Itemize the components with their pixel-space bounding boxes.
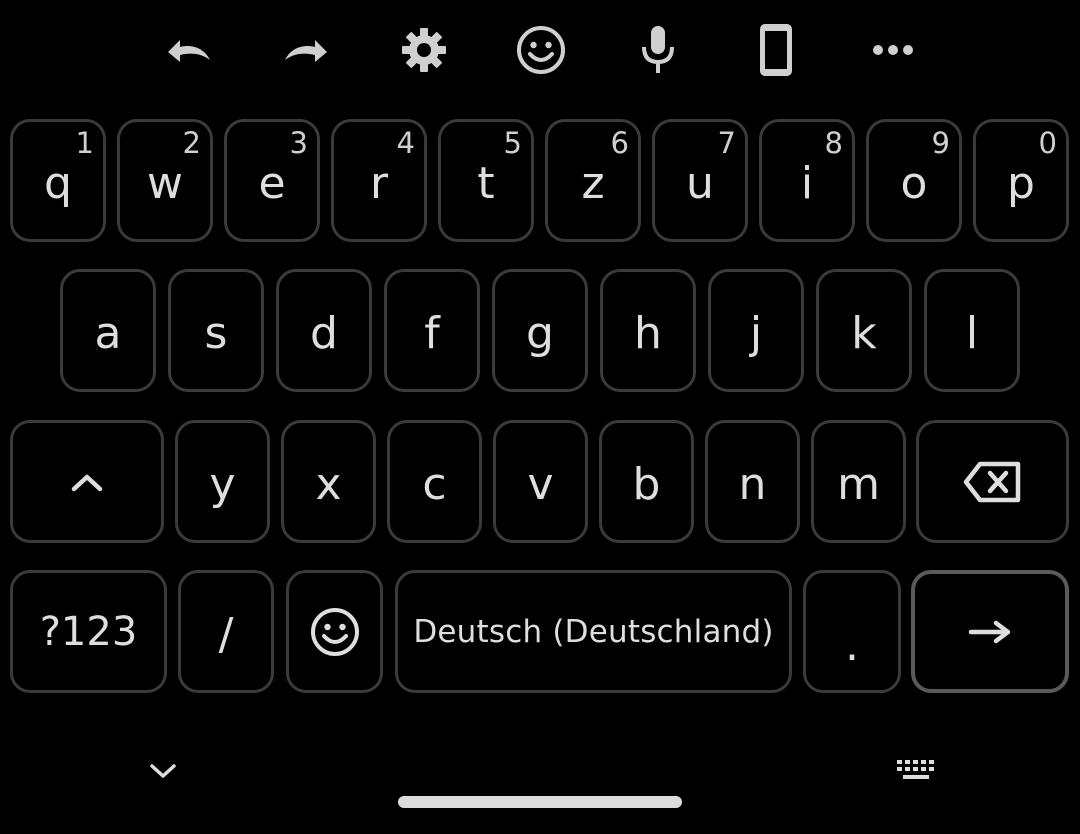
key-label: e bbox=[258, 157, 286, 209]
chevron-down-icon[interactable] bbox=[145, 755, 181, 787]
key-label: y bbox=[209, 458, 236, 510]
key-hint: 6 bbox=[610, 126, 629, 160]
key-label: f bbox=[424, 307, 440, 359]
space-label: Deutsch (Deutschland) bbox=[413, 613, 774, 650]
key-e[interactable]: 3 e bbox=[224, 119, 320, 242]
key-i[interactable]: 8 i bbox=[759, 119, 855, 242]
key-label: x bbox=[315, 458, 342, 510]
symbols-label: ?123 bbox=[39, 608, 138, 655]
key-w[interactable]: 2 w bbox=[117, 119, 213, 242]
key-d[interactable]: d bbox=[276, 269, 372, 392]
key-c[interactable]: c bbox=[387, 420, 482, 543]
key-b[interactable]: b bbox=[599, 420, 694, 543]
key-label: g bbox=[526, 307, 554, 359]
phone-icon[interactable] bbox=[748, 22, 804, 78]
key-hint: 3 bbox=[289, 126, 308, 160]
key-label: m bbox=[837, 458, 880, 510]
key-label: d bbox=[310, 307, 338, 359]
redo-icon[interactable] bbox=[278, 22, 334, 78]
key-o[interactable]: 9 o bbox=[866, 119, 962, 242]
smiley-icon bbox=[310, 607, 359, 656]
key-s[interactable]: s bbox=[168, 269, 264, 392]
key-hint: 7 bbox=[717, 126, 736, 160]
key-label: k bbox=[851, 307, 877, 359]
key-r[interactable]: 4 r bbox=[331, 119, 427, 242]
key-v[interactable]: v bbox=[493, 420, 588, 543]
key-x[interactable]: x bbox=[281, 420, 376, 543]
key-label: i bbox=[800, 157, 814, 209]
key-label: v bbox=[527, 458, 554, 510]
key-h[interactable]: h bbox=[600, 269, 696, 392]
backspace-key[interactable] bbox=[916, 420, 1069, 543]
key-a[interactable]: a bbox=[60, 269, 156, 392]
key-hint: 4 bbox=[396, 126, 415, 160]
chevron-up-icon bbox=[71, 474, 103, 491]
key-label: n bbox=[738, 458, 767, 510]
microphone-icon[interactable] bbox=[630, 22, 686, 78]
key-f[interactable]: f bbox=[384, 269, 480, 392]
enter-key[interactable] bbox=[911, 570, 1069, 693]
key-t[interactable]: 5 t bbox=[438, 119, 534, 242]
slash-label: / bbox=[218, 608, 234, 660]
key-label: a bbox=[94, 307, 122, 359]
period-key[interactable]: . bbox=[803, 570, 901, 693]
key-label: p bbox=[1007, 157, 1035, 209]
gear-icon[interactable] bbox=[396, 22, 452, 78]
key-m[interactable]: m bbox=[811, 420, 906, 543]
home-indicator[interactable] bbox=[398, 796, 682, 808]
key-y[interactable]: y bbox=[175, 420, 270, 543]
key-hint: 2 bbox=[182, 126, 201, 160]
keyboard-icon[interactable] bbox=[894, 756, 940, 786]
undo-icon[interactable] bbox=[161, 22, 217, 78]
space-key[interactable]: Deutsch (Deutschland) bbox=[395, 570, 792, 693]
key-hint: 9 bbox=[931, 126, 950, 160]
key-label: h bbox=[634, 307, 662, 359]
key-g[interactable]: g bbox=[492, 269, 588, 392]
key-label: w bbox=[147, 157, 183, 209]
key-hint: 0 bbox=[1038, 126, 1057, 160]
key-hint: 1 bbox=[75, 126, 94, 160]
key-label: l bbox=[965, 307, 979, 359]
keyboard: 1 q 2 w 3 e 4 r 5 t 6 z 7 u 8 i 9 o 0 p … bbox=[0, 0, 1080, 834]
key-p[interactable]: 0 p bbox=[973, 119, 1069, 242]
slash-key[interactable]: / bbox=[178, 570, 274, 693]
key-u[interactable]: 7 u bbox=[652, 119, 748, 242]
key-label: j bbox=[749, 307, 763, 359]
key-label: q bbox=[44, 157, 72, 209]
period-label: . bbox=[845, 619, 859, 671]
key-label: u bbox=[686, 157, 714, 209]
key-label: s bbox=[204, 307, 228, 359]
key-label: t bbox=[477, 157, 495, 209]
key-z[interactable]: 6 z bbox=[545, 119, 641, 242]
key-label: b bbox=[632, 458, 661, 510]
key-label: c bbox=[422, 458, 447, 510]
symbols-key[interactable]: ?123 bbox=[10, 570, 167, 693]
emoji-key[interactable] bbox=[286, 570, 383, 693]
key-label: r bbox=[369, 157, 389, 209]
key-hint: 5 bbox=[503, 126, 522, 160]
key-label: z bbox=[581, 157, 605, 209]
key-q[interactable]: 1 q bbox=[10, 119, 106, 242]
key-label: o bbox=[900, 157, 928, 209]
key-hint: 8 bbox=[824, 126, 843, 160]
smiley-icon[interactable] bbox=[513, 22, 569, 78]
key-l[interactable]: l bbox=[924, 269, 1020, 392]
backspace-icon bbox=[963, 461, 1020, 502]
arrow-right-icon bbox=[968, 620, 1011, 643]
shift-key[interactable] bbox=[10, 420, 164, 543]
key-j[interactable]: j bbox=[708, 269, 804, 392]
more-icon[interactable] bbox=[865, 22, 921, 78]
key-n[interactable]: n bbox=[705, 420, 800, 543]
key-k[interactable]: k bbox=[816, 269, 912, 392]
